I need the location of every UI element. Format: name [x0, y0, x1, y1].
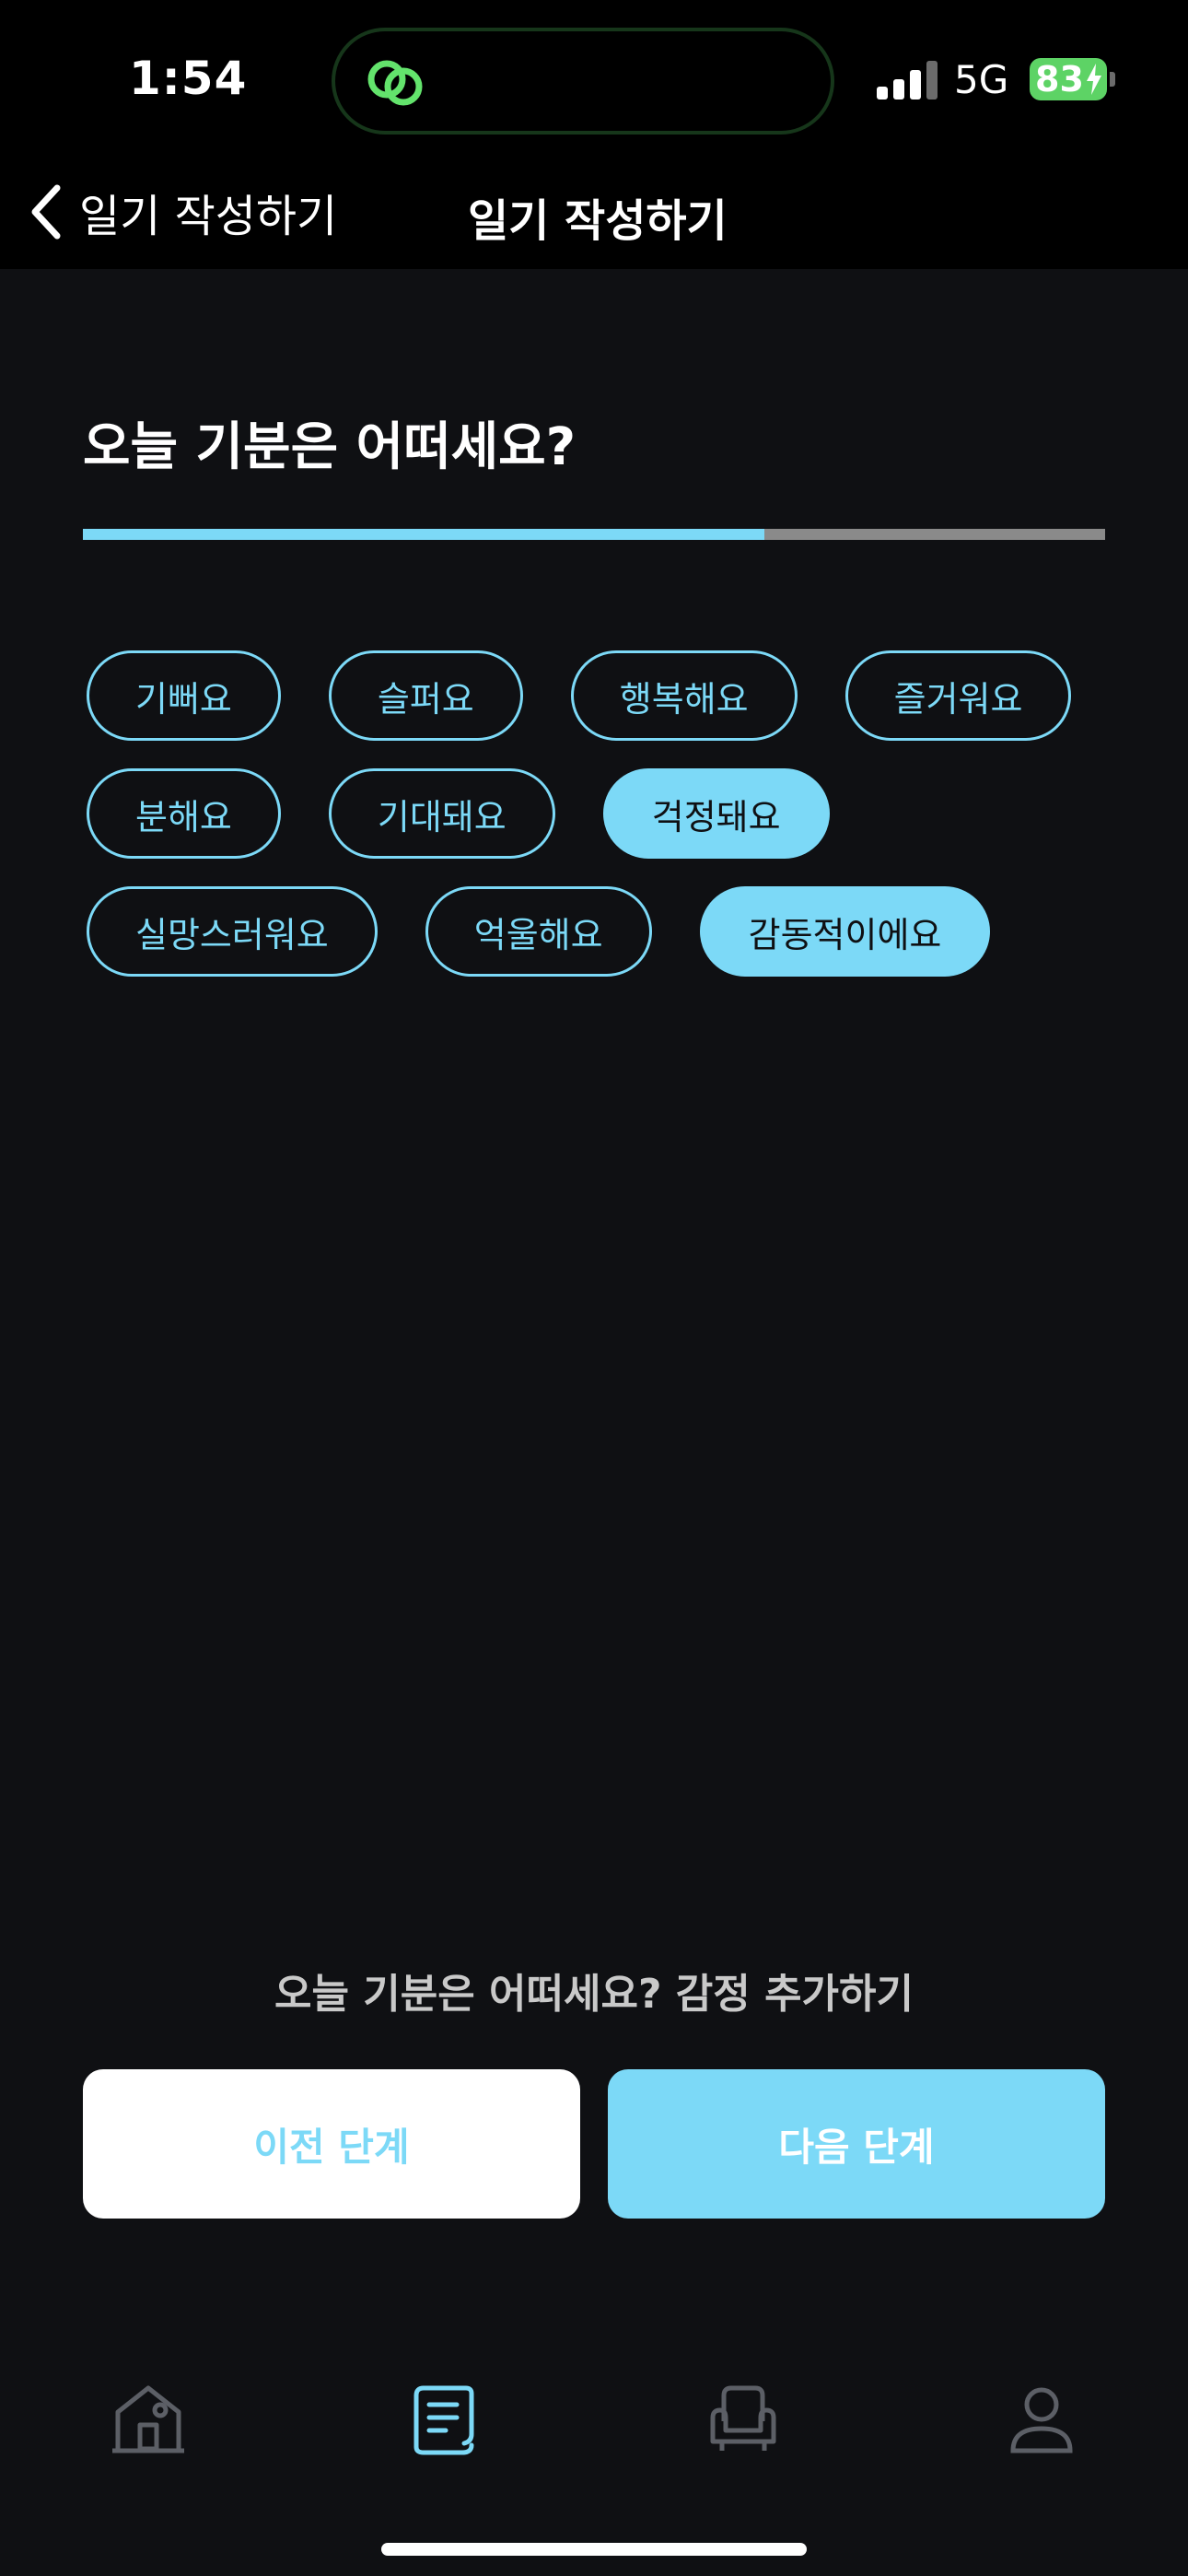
question-heading: 오늘 기분은 어떠세요? — [83, 417, 577, 477]
diary-icon — [413, 2385, 474, 2455]
dynamic-island — [332, 28, 834, 135]
emotion-chip[interactable]: 기대돼요 — [328, 768, 555, 859]
status-time: 1:54 — [129, 52, 248, 105]
back-button[interactable]: 일기 작성하기 — [28, 175, 337, 249]
emotion-chip-row: 실망스러워요 억울해요 감동적이에요 — [87, 886, 1118, 977]
emotion-chip-row: 기뻐요 슬퍼요 행복해요 즐거워요 — [87, 650, 1118, 741]
chevron-left-icon — [31, 184, 61, 240]
emotion-chip[interactable]: 감동적이에요 — [699, 886, 991, 977]
step-progress-bar — [83, 529, 1105, 540]
next-step-button[interactable]: 다음 단계 — [608, 2069, 1105, 2219]
progress-fill — [83, 529, 765, 540]
home-icon — [112, 2385, 184, 2453]
tab-profile[interactable] — [1000, 2377, 1083, 2460]
charging-bolt-icon — [1087, 64, 1101, 95]
back-label: 일기 작성하기 — [79, 191, 338, 242]
emotion-chip-group: 기뻐요 슬퍼요 행복해요 즐거워요분해요 기대돼요 걱정돼요실망스러워요 억울해요 감동적이에… — [87, 650, 1118, 1004]
emotion-chip[interactable]: 슬퍼요 — [328, 650, 523, 741]
page-title: 일기 작성하기 — [468, 195, 728, 247]
network-type: 5G — [954, 57, 1009, 102]
emotion-chip[interactable]: 실망스러워요 — [87, 886, 378, 977]
emotion-chip[interactable]: 즐거워요 — [844, 650, 1072, 741]
add-emotion-hint[interactable]: 오늘 기분은 어떠세요? 감정 추가하기 — [0, 1961, 1188, 2020]
battery-level: 83 — [1035, 59, 1084, 100]
previous-step-button[interactable]: 이전 단계 — [83, 2069, 580, 2219]
cellular-signal-icon — [877, 61, 938, 100]
chair-icon — [710, 2385, 776, 2451]
link-app-icon — [367, 60, 423, 106]
emotion-chip[interactable]: 행복해요 — [570, 650, 798, 741]
battery-icon: 83 — [1030, 58, 1107, 100]
emotion-chip[interactable]: 억울해요 — [425, 886, 652, 977]
status-bar: 1:54 5G 83 — [0, 0, 1188, 157]
battery-cap — [1110, 72, 1115, 87]
diary-emotion-screen: 1:54 5G 83 일기 작성하기 일기 작성하기 오늘 기분은 어떠세요? … — [0, 0, 1188, 2576]
profile-icon — [1010, 2387, 1073, 2453]
emotion-chip[interactable]: 분해요 — [87, 768, 281, 859]
emotion-chip[interactable]: 기뻐요 — [87, 650, 281, 741]
nav-bar: 일기 작성하기 일기 작성하기 — [0, 157, 1188, 269]
emotion-chip-row: 분해요 기대돼요 걱정돼요 — [87, 768, 1118, 859]
tab-home[interactable] — [107, 2377, 190, 2460]
tab-diary[interactable] — [405, 2377, 488, 2460]
emotion-chip[interactable]: 걱정돼요 — [602, 768, 830, 859]
tab-lounge[interactable] — [702, 2377, 785, 2460]
home-indicator — [381, 2543, 807, 2556]
